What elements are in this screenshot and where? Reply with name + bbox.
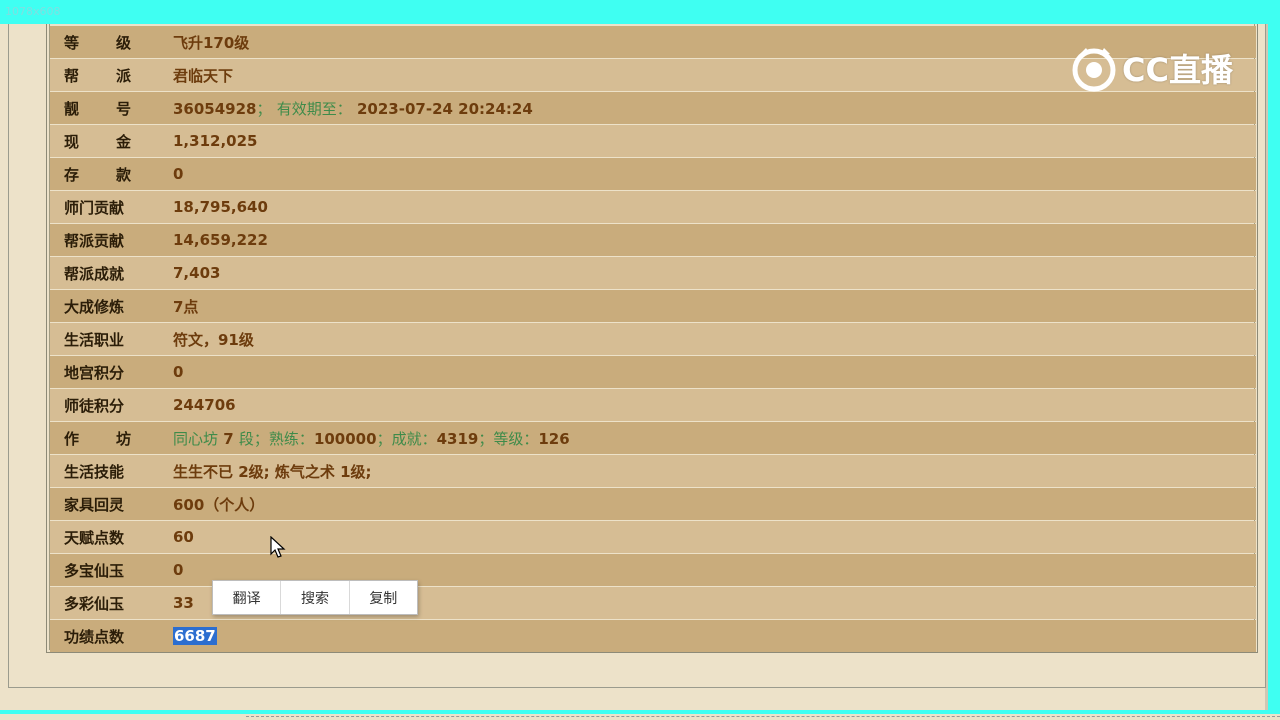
row-label: 帮派贡献 <box>64 231 125 250</box>
row-label: 天赋点数 <box>64 528 125 547</box>
row-value: 0 <box>173 561 184 579</box>
row-label: 等级 <box>64 33 132 52</box>
row-label: 多宝仙玉 <box>64 561 125 580</box>
table-row-deposit: 存款 0 <box>50 158 1256 190</box>
row-label: 存款 <box>64 165 132 184</box>
cash-value: 1,312,025 <box>173 132 258 150</box>
selected-text[interactable]: 6687 <box>173 627 217 645</box>
row-value: 600（个人） <box>173 495 265 514</box>
row-label: 生活技能 <box>64 462 125 481</box>
table-row-vanity-id: 靓号 36054928； 有效期至： 2023-07-24 20:24:24 <box>50 92 1256 124</box>
row-label: 功绩点数 <box>64 627 125 646</box>
table-row: 地宫积分 0 <box>50 356 1256 388</box>
row-value: 0 <box>173 363 184 381</box>
table-row: 家具回灵 600（个人） <box>50 488 1256 520</box>
cc-live-logo: CC直播 <box>1070 42 1240 94</box>
table-row: 师门贡献 18,795,640 <box>50 191 1256 223</box>
table-row-workshop: 作坊 同心坊 7 段；熟练：100000；成就：4319；等级：126 <box>50 422 1256 454</box>
row-value[interactable]: 6687 <box>173 627 217 645</box>
search-menu-item[interactable]: 搜索 <box>281 581 350 614</box>
guild-value: 君临天下 <box>173 66 234 85</box>
table-row: 天赋点数 60 <box>50 521 1256 553</box>
character-info-panel: 等级 飞升170级 帮派 君临天下 靓号 36054928； 有效期至： 202… <box>46 24 1258 653</box>
mouse-cursor-icon <box>270 536 286 558</box>
row-value: 18,795,640 <box>173 198 268 216</box>
row-label: 帮派成就 <box>64 264 125 283</box>
table-row-cash: 现金 1,312,025 <box>50 125 1256 157</box>
game-window: 等级 飞升170级 帮派 君临天下 靓号 36054928； 有效期至： 202… <box>0 24 1268 710</box>
taskbar-strip <box>0 714 1280 720</box>
table-row: 师徒积分 244706 <box>50 389 1256 421</box>
row-value: 7点 <box>173 297 199 316</box>
table-row: 功绩点数 6687 <box>50 620 1256 652</box>
workshop-value: 同心坊 7 段；熟练：100000；成就：4319；等级：126 <box>173 429 570 448</box>
table-row: 帮派贡献 14,659,222 <box>50 224 1256 256</box>
copy-menu-item[interactable]: 复制 <box>350 581 417 614</box>
logo-text: CC直播 <box>1122 51 1233 89</box>
row-label: 生活职业 <box>64 330 125 349</box>
row-label: 大成修炼 <box>64 297 125 316</box>
row-label: 靓号 <box>64 99 132 118</box>
dashed-divider <box>246 716 1280 717</box>
row-value: 7,403 <box>173 264 221 282</box>
table-row: 帮派成就 7,403 <box>50 257 1256 289</box>
row-label: 家具回灵 <box>64 495 125 514</box>
row-label: 现金 <box>64 132 132 151</box>
row-label: 师徒积分 <box>64 396 125 415</box>
vanity-id-value: 36054928； 有效期至： 2023-07-24 20:24:24 <box>173 99 533 118</box>
row-label: 师门贡献 <box>64 198 125 217</box>
row-label: 作坊 <box>64 429 132 448</box>
info-table: 等级 飞升170级 帮派 君临天下 靓号 36054928； 有效期至： 202… <box>49 24 1256 652</box>
level-value: 飞升170级 <box>173 33 250 52</box>
row-label: 多彩仙玉 <box>64 594 125 613</box>
context-menu: 翻译 搜索 复制 <box>212 580 418 615</box>
row-value: 33 <box>173 594 194 612</box>
table-row: 大成修炼 7点 <box>50 290 1256 322</box>
row-value: 符文，91级 <box>173 330 254 349</box>
row-value: 60 <box>173 528 194 546</box>
row-value: 244706 <box>173 396 236 414</box>
cc-logo-icon <box>1072 48 1116 92</box>
row-label: 帮派 <box>64 66 132 85</box>
capture-bottom-bar <box>0 710 1280 720</box>
table-row: 生活职业 符文，91级 <box>50 323 1256 355</box>
capture-top-bar: 1078x608 <box>0 0 1280 24</box>
deposit-value: 0 <box>173 165 184 183</box>
row-value: 14,659,222 <box>173 231 268 249</box>
row-label: 地宫积分 <box>64 363 125 382</box>
row-value: 生生不已 2级; 炼气之术 1级; <box>173 462 372 481</box>
dimensions-label: 1078x608 <box>5 5 61 18</box>
translate-menu-item[interactable]: 翻译 <box>213 581 282 614</box>
table-row: 生活技能 生生不已 2级; 炼气之术 1级; <box>50 455 1256 487</box>
